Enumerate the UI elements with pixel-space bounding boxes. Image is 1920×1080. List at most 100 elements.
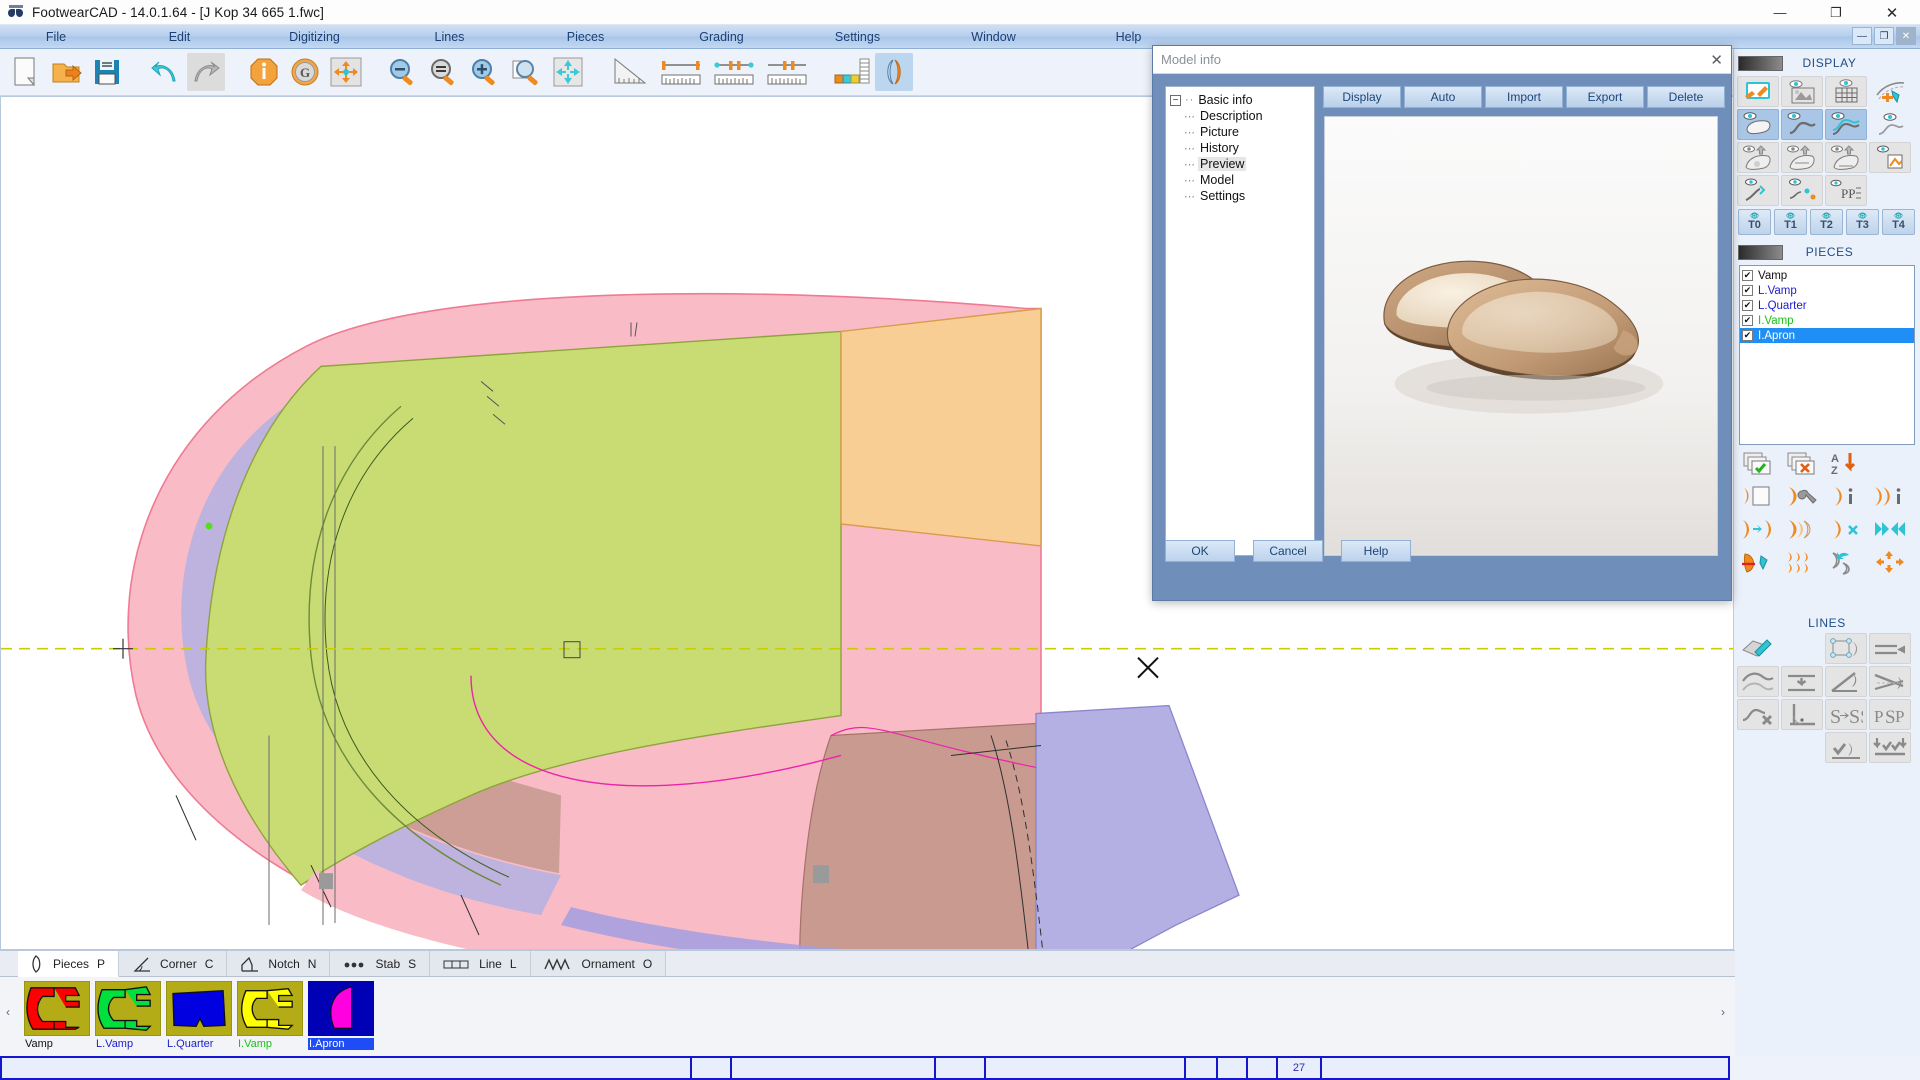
- add-line-icon[interactable]: [1869, 76, 1911, 107]
- dialog-tab-display[interactable]: Display: [1323, 86, 1401, 108]
- show-grid-icon[interactable]: [1825, 76, 1867, 107]
- tab-notch[interactable]: Notch N: [227, 951, 331, 976]
- menu-item-settings[interactable]: Settings: [789, 27, 926, 47]
- info-icon[interactable]: [245, 53, 283, 91]
- parallel-line-icon[interactable]: [1869, 633, 1911, 664]
- piece-checkbox[interactable]: ✔: [1742, 330, 1753, 341]
- rotate-line-icon[interactable]: [1825, 666, 1867, 697]
- pieces-info-icon[interactable]: [1869, 480, 1911, 511]
- menu-item-file[interactable]: File: [0, 27, 112, 47]
- maximize-button[interactable]: ❐: [1808, 0, 1864, 25]
- mdi-close-button[interactable]: ✕: [1896, 27, 1916, 45]
- deselect-all-pieces-icon[interactable]: [1781, 447, 1823, 478]
- confirm-line-icon[interactable]: [1825, 732, 1867, 763]
- delete-line-icon[interactable]: [1737, 699, 1779, 730]
- tab-line[interactable]: Line L: [430, 951, 531, 976]
- list-item[interactable]: ✔ Vamp: [1740, 268, 1914, 283]
- new-file-icon[interactable]: [6, 53, 44, 91]
- piece-explode-icon[interactable]: [1869, 546, 1911, 577]
- tree-item-picture[interactable]: ⋯ Picture: [1170, 125, 1310, 139]
- triangle-ruler-icon[interactable]: [607, 53, 653, 91]
- t1-button[interactable]: 👁 T1: [1774, 209, 1807, 235]
- pan-icon[interactable]: [549, 53, 587, 91]
- line-box-icon[interactable]: [1825, 633, 1867, 664]
- mirror-pieces-icon[interactable]: [875, 53, 913, 91]
- piece-checkbox[interactable]: ✔: [1742, 300, 1753, 311]
- list-item[interactable]: ✔ I.Apron: [1740, 328, 1914, 343]
- grading-icon[interactable]: G: [286, 53, 324, 91]
- dialog-tab-export[interactable]: Export: [1566, 86, 1644, 108]
- menu-item-window[interactable]: Window: [926, 27, 1061, 47]
- thumbnail-image[interactable]: [308, 981, 374, 1036]
- piece-rotate-icon[interactable]: [1825, 546, 1867, 577]
- zoom-window-icon[interactable]: [508, 53, 546, 91]
- show-last-icon[interactable]: [1737, 109, 1779, 140]
- show-piece-low-icon[interactable]: [1825, 142, 1867, 173]
- scroll-right-button[interactable]: ›: [1721, 1005, 1725, 1019]
- mdi-minimize-button[interactable]: —: [1852, 27, 1872, 45]
- list-item[interactable]: ✔ L.Vamp: [1740, 283, 1914, 298]
- scroll-left-button[interactable]: ‹: [6, 1005, 10, 1019]
- t2-button[interactable]: 👁 T2: [1810, 209, 1843, 235]
- piece-layers-icon[interactable]: [1781, 513, 1823, 544]
- piece-checkbox[interactable]: ✔: [1742, 285, 1753, 296]
- menu-item-grading[interactable]: Grading: [654, 27, 789, 47]
- t3-button[interactable]: 👁 T3: [1846, 209, 1879, 235]
- zoom-out-icon[interactable]: [385, 53, 423, 91]
- open-file-icon[interactable]: [47, 53, 85, 91]
- pieces-list[interactable]: ✔ Vamp ✔ L.Vamp ✔ L.Quarter ✔ I.Vamp ✔ I…: [1739, 265, 1915, 445]
- apply-lines-icon[interactable]: [1869, 732, 1911, 763]
- ruler-icon[interactable]: [656, 53, 706, 91]
- zoom-fit-icon[interactable]: [426, 53, 464, 91]
- redo-icon[interactable]: [187, 53, 225, 91]
- show-stack-icon[interactable]: [1869, 142, 1911, 173]
- tab-corner[interactable]: Corner C: [119, 951, 228, 976]
- pieces-color-swatch[interactable]: [1738, 244, 1783, 260]
- thumbnail-image[interactable]: [237, 981, 303, 1036]
- thumbnail-item[interactable]: I.Vamp: [237, 981, 303, 1050]
- edit-model-icon[interactable]: [1737, 76, 1779, 107]
- move-icon[interactable]: [327, 53, 365, 91]
- smooth-curve-icon[interactable]: [1737, 666, 1779, 697]
- piece-checkbox[interactable]: ✔: [1742, 270, 1753, 281]
- offset-line-icon[interactable]: [1781, 666, 1823, 697]
- cancel-button[interactable]: Cancel: [1253, 540, 1323, 562]
- select-all-pieces-icon[interactable]: [1737, 447, 1779, 478]
- thumbnail-item[interactable]: Vamp: [24, 981, 90, 1050]
- help-button[interactable]: Help: [1341, 540, 1411, 562]
- close-button[interactable]: ✕: [1864, 0, 1920, 25]
- point-to-point-icon[interactable]: PSP: [1869, 699, 1911, 730]
- hide-curve-icon[interactable]: [1869, 109, 1911, 140]
- perpendicular-icon[interactable]: [1781, 699, 1823, 730]
- ok-button[interactable]: OK: [1165, 540, 1235, 562]
- save-icon[interactable]: [88, 53, 126, 91]
- show-curves-icon[interactable]: [1825, 109, 1867, 140]
- menu-item-pieces[interactable]: Pieces: [517, 27, 654, 47]
- thumbnail-item[interactable]: L.Vamp: [95, 981, 161, 1050]
- tab-pieces[interactable]: Pieces P: [18, 951, 120, 977]
- piece-info-icon[interactable]: [1825, 480, 1867, 511]
- t4-button[interactable]: 👁 T4: [1882, 209, 1915, 235]
- piece-mirror-icon[interactable]: [1869, 513, 1911, 544]
- tree-item-preview[interactable]: ⋯ Preview: [1170, 157, 1310, 171]
- undo-icon[interactable]: [146, 53, 184, 91]
- multiply-curve-icon[interactable]: SSS: [1825, 699, 1867, 730]
- piece-copy-icon[interactable]: [1737, 480, 1779, 511]
- thumbnail-image[interactable]: [24, 981, 90, 1036]
- dialog-tab-auto[interactable]: Auto: [1404, 86, 1482, 108]
- dialog-close-button[interactable]: ✕: [1710, 51, 1723, 69]
- piece-cut-icon[interactable]: [1737, 546, 1779, 577]
- ruler-points-icon[interactable]: [709, 53, 759, 91]
- show-piece-mid-icon[interactable]: [1781, 142, 1823, 173]
- show-piece-up-icon[interactable]: [1737, 142, 1779, 173]
- show-marks-icon[interactable]: [1781, 175, 1823, 206]
- piece-duplicate-icon[interactable]: [1737, 513, 1779, 544]
- tab-ornament[interactable]: Ornament O: [530, 951, 667, 976]
- show-curve-icon[interactable]: [1781, 109, 1823, 140]
- display-color-swatch[interactable]: [1738, 55, 1783, 71]
- tree-item-history[interactable]: ⋯ History: [1170, 141, 1310, 155]
- minimize-button[interactable]: —: [1752, 0, 1808, 25]
- tree-collapse-icon[interactable]: −: [1170, 94, 1181, 106]
- dialog-tree[interactable]: − ·· Basic info ⋯ Description ⋯ Picture …: [1165, 86, 1315, 556]
- piece-multiply-icon[interactable]: [1781, 546, 1823, 577]
